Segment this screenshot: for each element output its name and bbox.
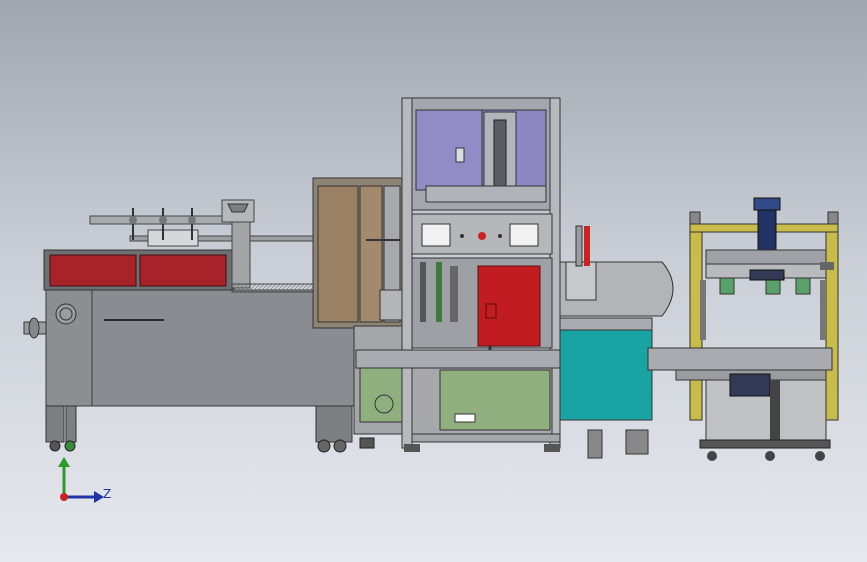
triad-axes [58, 457, 104, 503]
cad-viewport[interactable]: Z [0, 0, 867, 562]
case-sealer [647, 197, 839, 461]
packing-machine [23, 199, 355, 453]
control-tower [401, 97, 561, 452]
machine-assembly-drawing [23, 97, 839, 461]
coordinate-triad: Z [40, 455, 120, 515]
z-axis-label: Z [103, 487, 112, 501]
